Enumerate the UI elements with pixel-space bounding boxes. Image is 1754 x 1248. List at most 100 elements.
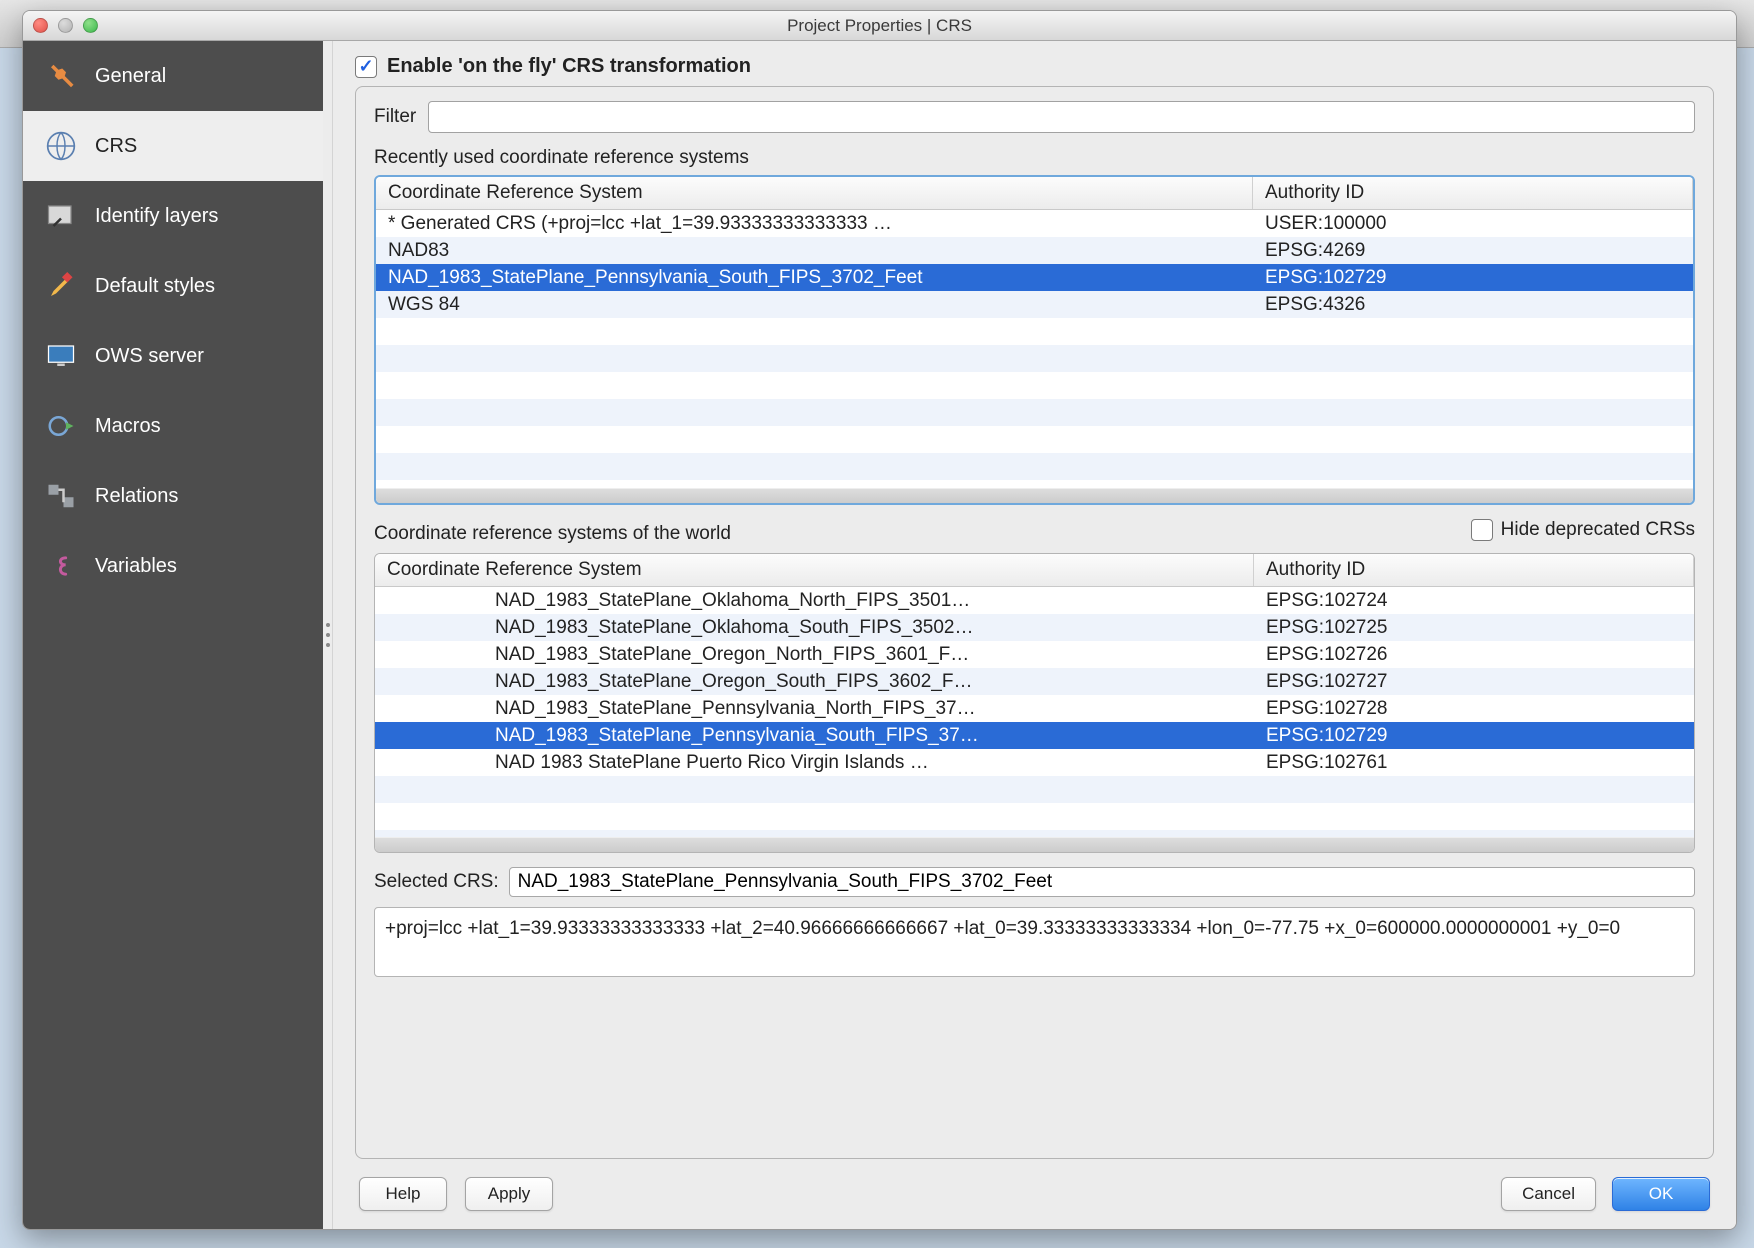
- sidebar-item-label: OWS server: [95, 345, 204, 368]
- sidebar-item-identify-layers[interactable]: Identify layers: [23, 181, 323, 251]
- table-row[interactable]: NAD_1983_StatePlane_Pennsylvania_South_F…: [376, 264, 1693, 291]
- selected-crs-field[interactable]: [509, 867, 1695, 897]
- filter-input[interactable]: [428, 101, 1695, 133]
- crs-name-cell: NAD 1983 StatePlane Puerto Rico Virgin I…: [375, 752, 1254, 774]
- world-table-body[interactable]: NAD_1983_StatePlane_Oklahoma_North_FIPS_…: [375, 587, 1694, 837]
- sidebar-item-macros[interactable]: Macros: [23, 391, 323, 461]
- sidebar-item-label: Macros: [95, 415, 161, 438]
- crs-name-cell: * Generated CRS (+proj=lcc +lat_1=39.933…: [376, 213, 1253, 235]
- column-header-authority[interactable]: Authority ID: [1254, 554, 1694, 586]
- table-row[interactable]: * Generated CRS (+proj=lcc +lat_1=39.933…: [376, 210, 1693, 237]
- sidebar-item-general[interactable]: General: [23, 41, 323, 111]
- hide-deprecated-label: Hide deprecated CRSs: [1501, 519, 1695, 541]
- splitter-handle[interactable]: [323, 41, 333, 1229]
- authority-id-cell: EPSG:102725: [1254, 617, 1694, 639]
- hide-deprecated-checkbox[interactable]: [1471, 519, 1493, 541]
- identify-icon: [43, 198, 79, 234]
- table-row[interactable]: NAD_1983_StatePlane_Oregon_South_FIPS_36…: [375, 668, 1694, 695]
- world-label: Coordinate reference systems of the worl…: [374, 523, 731, 545]
- table-row-empty: [376, 318, 1693, 345]
- crs-name-cell: WGS 84: [376, 294, 1253, 316]
- paintbrush-icon: [43, 268, 79, 304]
- table-row-empty: [376, 453, 1693, 480]
- crs-name-cell: NAD_1983_StatePlane_Oklahoma_North_FIPS_…: [375, 590, 1254, 612]
- crs-name-cell: NAD_1983_StatePlane_Pennsylvania_South_F…: [376, 267, 1253, 289]
- crs-name-cell: NAD_1983_StatePlane_Pennsylvania_South_F…: [375, 725, 1254, 747]
- sidebar-item-label: General: [95, 65, 166, 88]
- table-row[interactable]: NAD_1983_StatePlane_Pennsylvania_South_F…: [375, 722, 1694, 749]
- sidebar-item-relations[interactable]: Relations: [23, 461, 323, 531]
- authority-id-cell: EPSG:102761: [1254, 752, 1694, 774]
- proj-string-display: +proj=lcc +lat_1=39.93333333333333 +lat_…: [374, 907, 1695, 977]
- table-row[interactable]: WGS 84EPSG:4326: [376, 291, 1693, 318]
- crs-name-cell: NAD83: [376, 240, 1253, 262]
- close-icon[interactable]: [33, 18, 48, 33]
- table-row-empty: [376, 426, 1693, 453]
- enable-otf-label: Enable 'on the fly' CRS transformation: [387, 55, 751, 78]
- table-row[interactable]: NAD_1983_StatePlane_Oregon_North_FIPS_36…: [375, 641, 1694, 668]
- table-row-empty: [376, 345, 1693, 372]
- filter-label: Filter: [374, 106, 416, 128]
- authority-id-cell: EPSG:102727: [1254, 671, 1694, 693]
- column-header-crs[interactable]: Coordinate Reference System: [375, 554, 1254, 586]
- hide-deprecated-row: Hide deprecated CRSs: [1471, 519, 1695, 541]
- recent-crs-table: Coordinate Reference System Authority ID…: [374, 175, 1695, 505]
- project-properties-dialog: Project Properties | CRS General CRS Ide…: [22, 10, 1737, 1230]
- minimize-icon[interactable]: [58, 18, 73, 33]
- sidebar-item-label: Relations: [95, 485, 178, 508]
- dialog-titlebar[interactable]: Project Properties | CRS: [23, 11, 1736, 41]
- authority-id-cell: EPSG:102724: [1254, 590, 1694, 612]
- selected-crs-label: Selected CRS:: [374, 871, 499, 893]
- authority-id-cell: USER:100000: [1253, 213, 1693, 235]
- wrench-icon: [43, 58, 79, 94]
- column-header-crs[interactable]: Coordinate Reference System: [376, 177, 1253, 209]
- button-bar: Help Apply Cancel OK: [333, 1159, 1736, 1229]
- sidebar-item-label: Default styles: [95, 275, 215, 298]
- ok-button[interactable]: OK: [1612, 1177, 1710, 1211]
- filter-row: Filter: [374, 101, 1695, 133]
- table-row[interactable]: NAD_1983_StatePlane_Pennsylvania_North_F…: [375, 695, 1694, 722]
- content-area: Enable 'on the fly' CRS transformation F…: [333, 41, 1736, 1229]
- crs-name-cell: NAD_1983_StatePlane_Oklahoma_South_FIPS_…: [375, 617, 1254, 639]
- table-row[interactable]: NAD83EPSG:4269: [376, 237, 1693, 264]
- selected-crs-row: Selected CRS:: [374, 867, 1695, 897]
- sidebar-item-crs[interactable]: CRS: [23, 111, 323, 181]
- traffic-lights: [33, 18, 98, 33]
- authority-id-cell: EPSG:102726: [1254, 644, 1694, 666]
- crs-name-cell: NAD_1983_StatePlane_Oregon_South_FIPS_36…: [375, 671, 1254, 693]
- epsilon-icon: [43, 548, 79, 584]
- world-header-row: Coordinate reference systems of the worl…: [374, 519, 1695, 549]
- authority-id-cell: EPSG:102729: [1253, 267, 1693, 289]
- table-row[interactable]: NAD_1983_StatePlane_Oklahoma_North_FIPS_…: [375, 587, 1694, 614]
- cancel-button[interactable]: Cancel: [1501, 1177, 1596, 1211]
- crs-page: Enable 'on the fly' CRS transformation F…: [333, 41, 1736, 1159]
- monitor-icon: [43, 338, 79, 374]
- horizontal-scrollbar[interactable]: [376, 488, 1693, 503]
- table-row-empty: [376, 399, 1693, 426]
- authority-id-cell: EPSG:102729: [1254, 725, 1694, 747]
- relations-icon: [43, 478, 79, 514]
- crs-name-cell: NAD_1983_StatePlane_Oregon_North_FIPS_36…: [375, 644, 1254, 666]
- authority-id-cell: EPSG:4269: [1253, 240, 1693, 262]
- table-row[interactable]: NAD_1983_StatePlane_Oklahoma_South_FIPS_…: [375, 614, 1694, 641]
- sidebar-item-variables[interactable]: Variables: [23, 531, 323, 601]
- column-header-authority[interactable]: Authority ID: [1253, 177, 1693, 209]
- zoom-icon[interactable]: [83, 18, 98, 33]
- sidebar-item-ows-server[interactable]: OWS server: [23, 321, 323, 391]
- enable-otf-row: Enable 'on the fly' CRS transformation: [355, 55, 1714, 78]
- table-header: Coordinate Reference System Authority ID: [375, 554, 1694, 587]
- sidebar-item-label: Variables: [95, 555, 177, 578]
- table-row-empty: [375, 803, 1694, 830]
- dialog-body: General CRS Identify layers Default styl…: [23, 41, 1736, 1229]
- table-row[interactable]: NAD 1983 StatePlane Puerto Rico Virgin I…: [375, 749, 1694, 776]
- apply-button[interactable]: Apply: [465, 1177, 553, 1211]
- enable-otf-checkbox[interactable]: [355, 56, 377, 78]
- world-crs-table: Coordinate Reference System Authority ID…: [374, 553, 1695, 853]
- sidebar-item-default-styles[interactable]: Default styles: [23, 251, 323, 321]
- horizontal-scrollbar[interactable]: [375, 837, 1694, 852]
- dialog-title: Project Properties | CRS: [23, 16, 1736, 36]
- help-button[interactable]: Help: [359, 1177, 447, 1211]
- recent-table-body[interactable]: * Generated CRS (+proj=lcc +lat_1=39.933…: [376, 210, 1693, 488]
- sidebar-item-label: CRS: [95, 135, 137, 158]
- table-row-empty: [376, 372, 1693, 399]
